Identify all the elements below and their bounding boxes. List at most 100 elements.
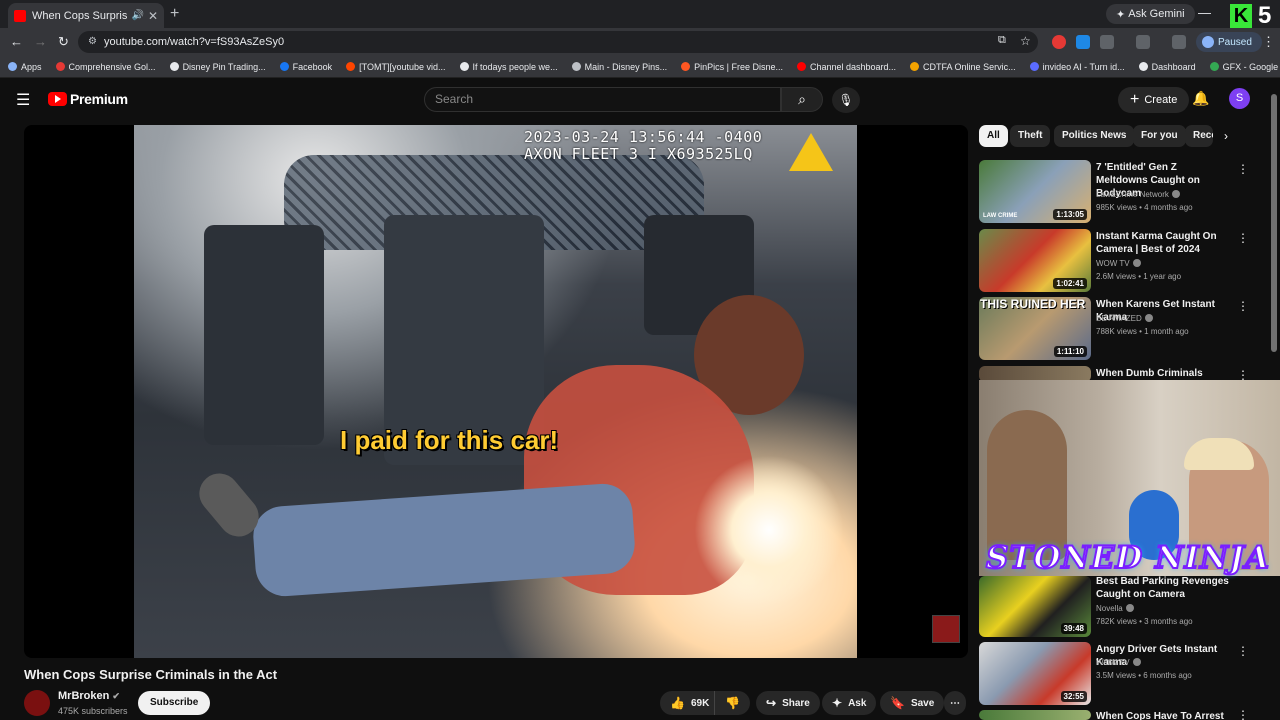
more-vertical-icon[interactable]: ⋮ [1237, 710, 1249, 720]
forward-icon[interactable]: → [34, 34, 47, 49]
youtube-logo[interactable]: Premium [48, 91, 128, 107]
verified-icon [1144, 314, 1153, 322]
recommendation-channel: WOW TV [1096, 259, 1141, 268]
search-input[interactable]: Search [424, 87, 781, 112]
profile-paused-button[interactable]: Paused [1196, 32, 1262, 52]
channel-label: Law&Crime Network [1096, 190, 1169, 199]
recommendation-item[interactable]: LAW CRIME 1:13:05 7 'Entitled' Gen Z Mel… [979, 160, 1269, 223]
verified-icon: ✔ [112, 691, 120, 701]
recommendation-item[interactable]: THIS RUINED HER 1:11:10 When Karens Get … [979, 297, 1269, 360]
chip-recent[interactable]: Rece [1185, 125, 1213, 147]
video-frame[interactable]: 2023-03-24 13:56:44 -0400 AXON FLEET 3 I… [134, 125, 857, 658]
bookmark-item[interactable]: GFX - Google Drive [1209, 62, 1280, 72]
tab-search-icon[interactable] [1136, 35, 1150, 49]
k-logo-icon: K [1230, 4, 1252, 28]
video-thumbnail[interactable] [979, 710, 1091, 720]
video-duration: 32:55 [1060, 691, 1087, 702]
minimize-icon[interactable]: — [1198, 5, 1211, 20]
more-actions-button[interactable]: ⋯ [944, 691, 966, 715]
bookmark-item[interactable]: Channel dashboard... [796, 62, 896, 72]
more-vertical-icon[interactable]: ⋮ [1237, 162, 1249, 176]
chip-theft[interactable]: Theft [1010, 125, 1051, 147]
voice-search-button[interactable]: 🎙 [832, 87, 860, 113]
video-thumbnail[interactable]: 39:48 [979, 576, 1091, 637]
bookmark-item[interactable]: Dashboard [1138, 62, 1196, 72]
save-button[interactable]: 🔖 Save [880, 691, 945, 715]
recommendation-meta: 788K views • 1 month ago [1096, 327, 1189, 336]
back-icon[interactable]: ← [10, 34, 23, 49]
channel-name[interactable]: MrBroken ✔ [58, 690, 120, 702]
account-avatar[interactable]: S [1229, 88, 1250, 109]
recommendation-item[interactable]: 32:55 Angry Driver Gets Instant Karma WO… [979, 642, 1269, 705]
video-thumbnail[interactable]: THIS RUINED HER 1:11:10 [979, 297, 1091, 360]
bookmark-label: Apps [21, 61, 42, 72]
video-duration: 39:48 [1060, 623, 1087, 634]
recommendation-item[interactable]: When Cops Have To Arrest ⋮ [979, 710, 1269, 720]
bookmark-item[interactable]: [TOMT][youtube vid... [346, 62, 446, 72]
extension-blue-icon[interactable] [1076, 35, 1090, 49]
more-vertical-icon[interactable]: ⋮ [1237, 299, 1249, 313]
bookmark-label: invideo AI - Turn id... [1042, 61, 1125, 72]
bookmark-item[interactable]: Facebook [279, 61, 333, 72]
chip-for-you[interactable]: For you [1133, 125, 1186, 147]
bookmark-item[interactable]: CDTFA Online Servic... [910, 62, 1016, 72]
create-button[interactable]: + Create [1118, 87, 1190, 113]
page-scrollbar[interactable] [1271, 94, 1277, 352]
new-tab-button[interactable]: + [170, 5, 179, 23]
bookmark-item[interactable]: Disney Pin Trading... [169, 62, 266, 72]
extension-red-icon[interactable] [1052, 35, 1066, 49]
extensions-puzzle-icon[interactable] [1100, 35, 1114, 49]
dislike-button[interactable]: 👎 [714, 691, 750, 715]
ask-button[interactable]: ✦ Ask [822, 691, 877, 715]
url-input[interactable]: ⚙ youtube.com/watch?v=fS93AsZeSy0 [78, 31, 1038, 53]
close-tab-icon[interactable]: ✕ [148, 9, 158, 23]
streamer-name-overlay: STONED NINJA [985, 539, 1270, 577]
video-thumbnail[interactable]: LAW CRIME 1:13:05 [979, 160, 1091, 223]
bookmark-label: Facebook [292, 61, 333, 72]
recommendation-title: Instant Karma Caught On Camera | Best of… [1096, 231, 1217, 255]
search-button[interactable]: ⌕ [781, 87, 823, 112]
bookmark-item[interactable]: If todays people we... [459, 62, 558, 72]
recommendation-title: When Cops Have To Arrest [1096, 711, 1224, 720]
video-thumbnail[interactable]: 1:02:41 [979, 229, 1091, 292]
bookmark-star-icon[interactable]: ☆ [1020, 34, 1031, 48]
more-vertical-icon[interactable]: ⋮ [1237, 644, 1249, 658]
bookmark-favicon-icon [459, 62, 469, 71]
bookmark-item[interactable]: Main - Disney Pins... [571, 62, 667, 72]
chip-politics-news[interactable]: Politics News [1054, 125, 1135, 147]
recommendation-item[interactable]: 1:02:41 Instant Karma Caught On Camera |… [979, 229, 1269, 292]
chip-all[interactable]: All [979, 125, 1008, 147]
subscribe-button[interactable]: Subscribe [138, 691, 211, 715]
bookmarks-bar: Apps Comprehensive Gol... Disney Pin Tradi… [0, 56, 1280, 78]
notifications-bell-icon[interactable]: 🔔 [1192, 90, 1209, 107]
url-text: youtube.com/watch?v=fS93AsZeSy0 [104, 36, 285, 48]
video-title: When Cops Surprise Criminals in the Act [24, 667, 278, 682]
site-info-icon[interactable]: ⚙ [88, 36, 97, 47]
video-player[interactable]: 2023-03-24 13:56:44 -0400 AXON FLEET 3 I… [24, 125, 968, 658]
channel-avatar[interactable] [24, 690, 50, 716]
channel-label: WOW TV [1096, 259, 1130, 268]
browser-menu-icon[interactable]: ⋮ [1262, 34, 1275, 50]
like-button[interactable]: 👍 69K [660, 691, 718, 715]
ask-gemini-button[interactable]: ✦ Ask Gemini [1106, 4, 1195, 24]
chevron-right-icon[interactable]: › [1224, 129, 1228, 143]
bookmark-favicon-icon [346, 62, 356, 71]
bookmark-item[interactable]: Apps [8, 62, 42, 72]
more-vertical-icon[interactable]: ⋮ [1237, 231, 1249, 245]
bookmark-item[interactable]: PinPics | Free Disne... [681, 62, 783, 72]
menu-hamburger-icon[interactable]: ☰ [16, 90, 30, 110]
reload-icon[interactable]: ↻ [58, 34, 69, 50]
share-button[interactable]: ↪ Share [756, 691, 820, 715]
bookmark-item[interactable]: Comprehensive Gol... [55, 62, 156, 72]
channel-watermark-icon[interactable] [932, 615, 960, 643]
bookmark-item[interactable]: invideo AI - Turn id... [1029, 61, 1125, 72]
audio-playing-icon[interactable]: 🔊 [131, 10, 143, 21]
media-control-icon[interactable] [1172, 35, 1186, 49]
browser-tab[interactable]: When Cops Surprise Crimin 🔊 ✕ [8, 3, 164, 28]
install-app-icon[interactable]: ⧉ [998, 34, 1006, 47]
thumb-overlay-text: LAW CRIME [983, 213, 1018, 219]
video-thumbnail[interactable]: 32:55 [979, 642, 1091, 705]
bookmark-favicon-icon [681, 62, 691, 71]
bookmark-favicon-icon [571, 62, 581, 71]
recommendation-item[interactable]: 39:48 Best Bad Parking Revenges Caught o… [979, 574, 1269, 637]
